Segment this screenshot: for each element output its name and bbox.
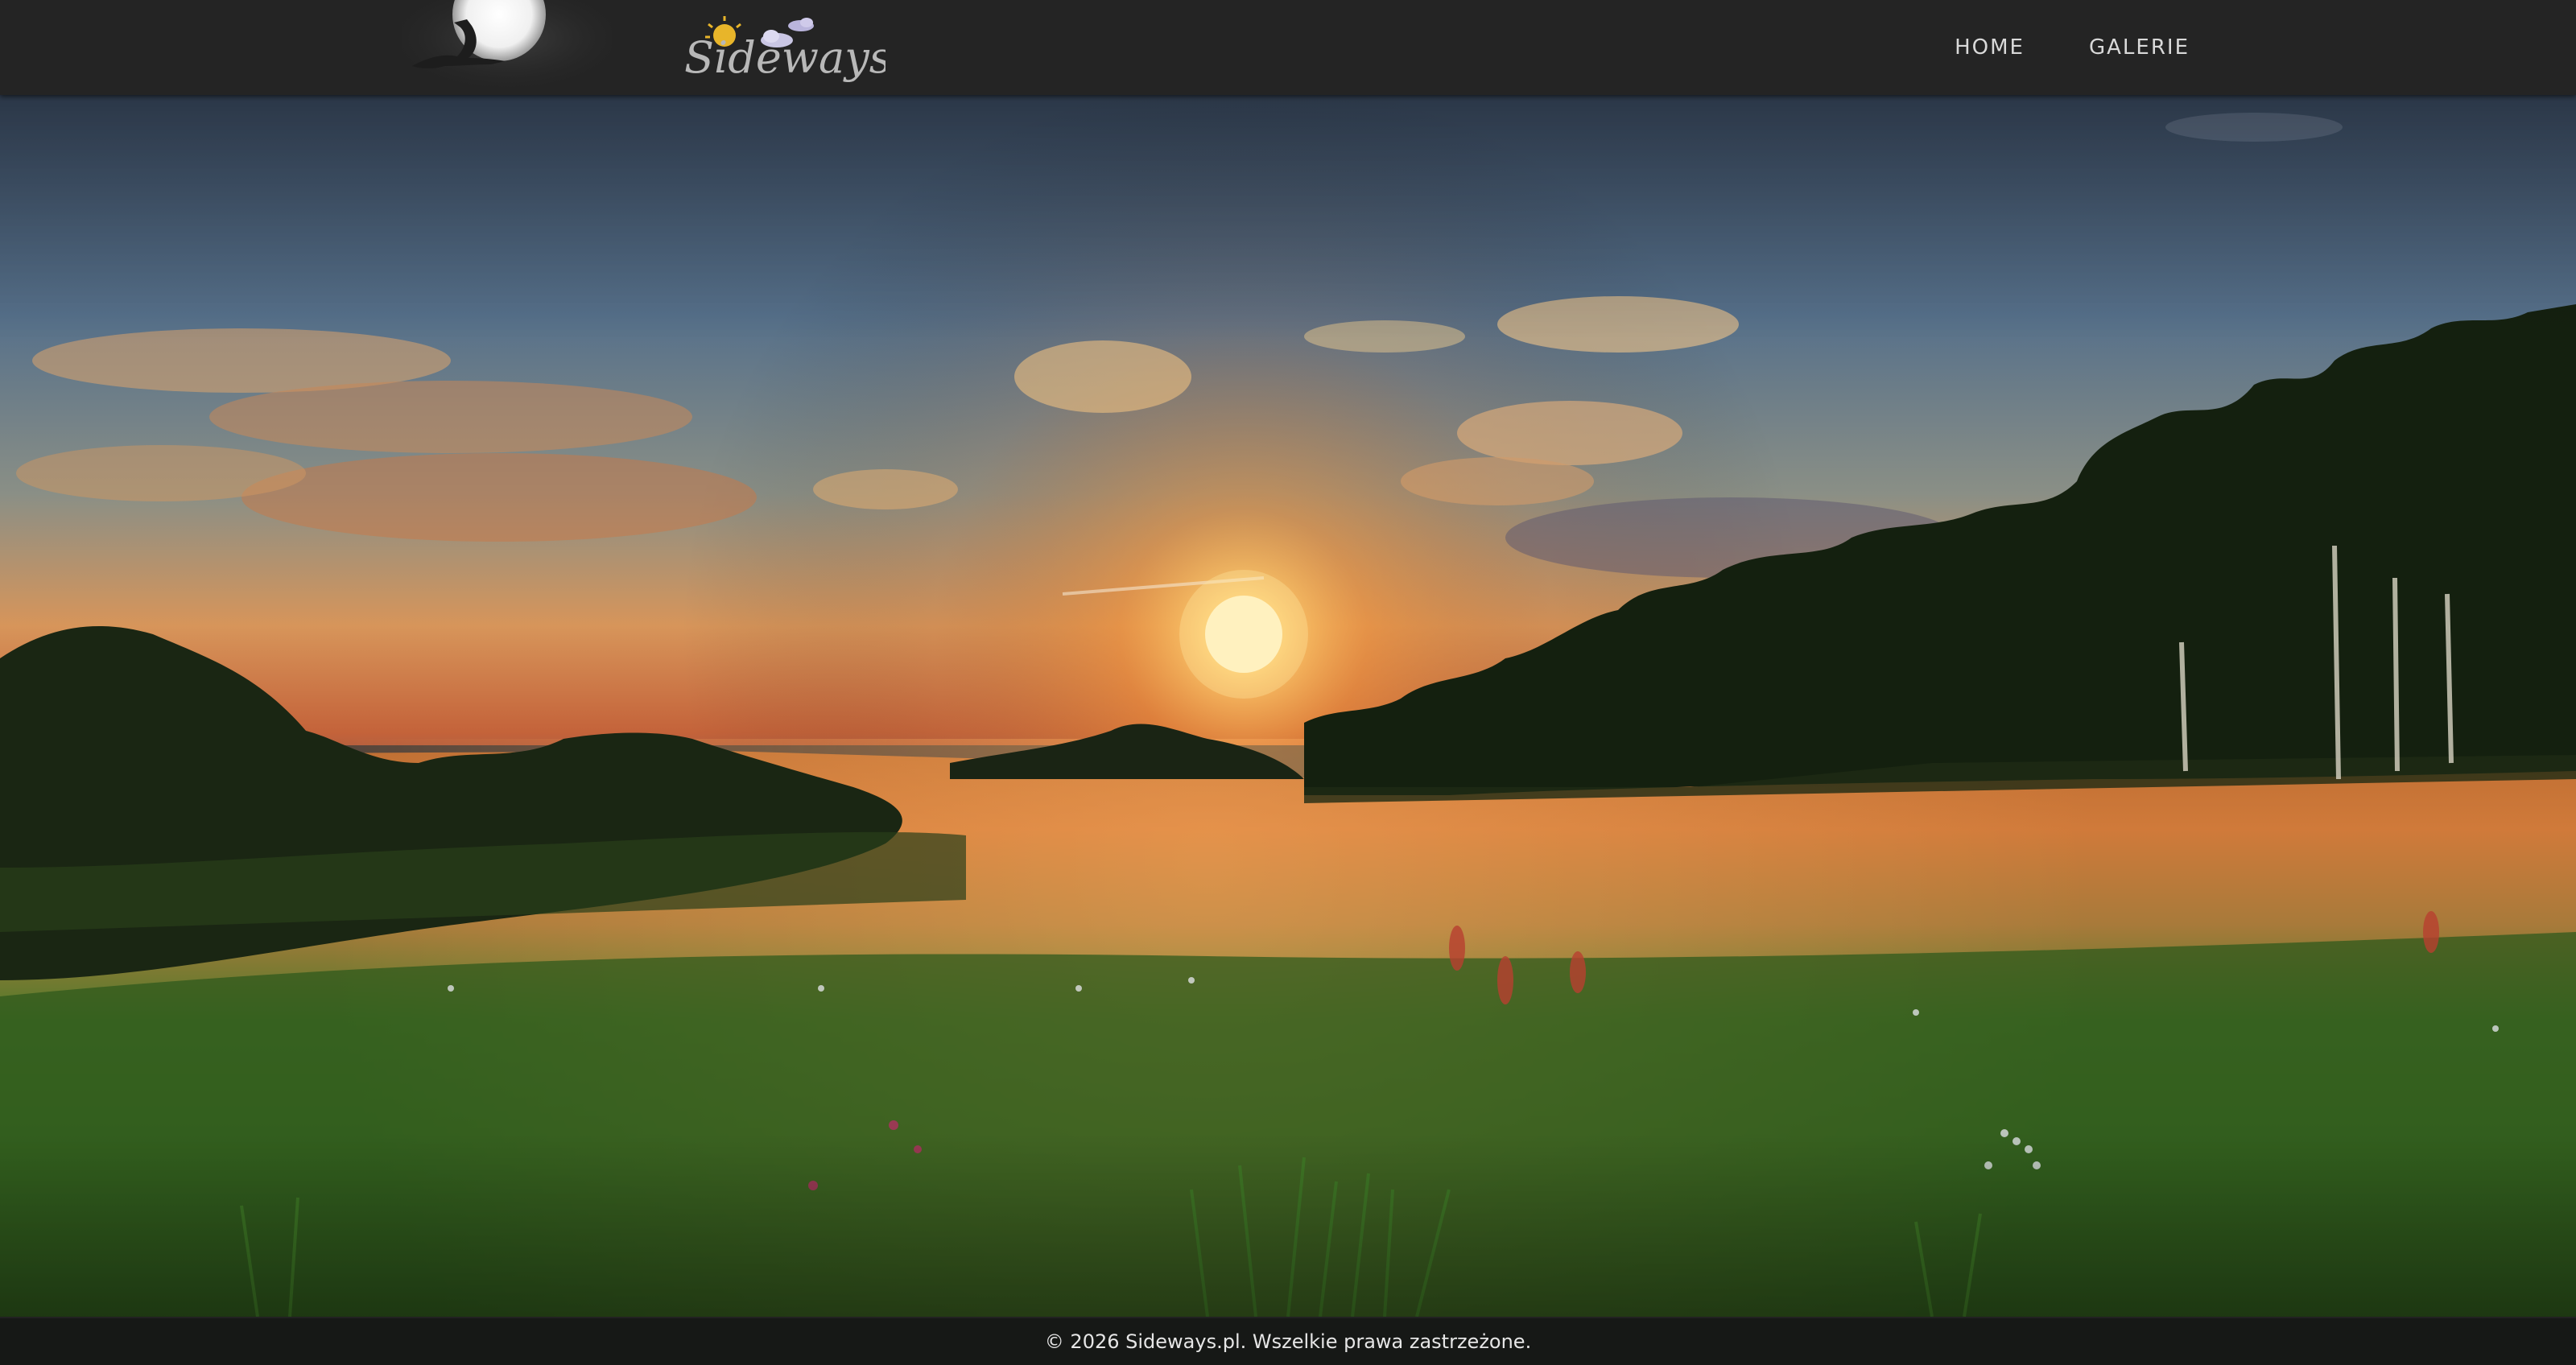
top-navigation-bar: Sideways HOME GALERIE <box>0 0 2576 95</box>
main-menu: HOME GALERIE <box>1955 0 2190 95</box>
landscape-photo <box>0 95 2576 1317</box>
logo-text: Sideways <box>684 32 886 83</box>
hero-background-image <box>0 95 2576 1317</box>
footer-bar: © 2026 Sideways.pl. Wszelkie prawa zastr… <box>0 1318 2576 1365</box>
site-logo[interactable]: Sideways <box>370 0 886 95</box>
copyright-text: © 2026 Sideways.pl. Wszelkie prawa zastr… <box>1044 1330 1532 1353</box>
nav-home[interactable]: HOME <box>1955 35 2025 60</box>
nav-galerie[interactable]: GALERIE <box>2089 35 2190 60</box>
